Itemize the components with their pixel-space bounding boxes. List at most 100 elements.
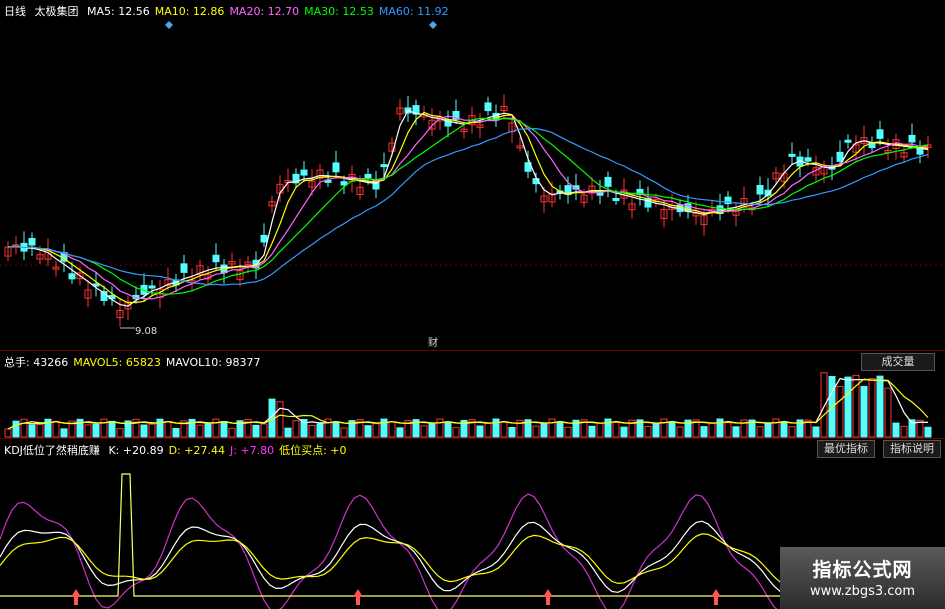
volume-bar bbox=[84, 424, 92, 438]
volume-bar bbox=[4, 428, 12, 438]
volume-bar bbox=[196, 424, 204, 438]
volume-bar bbox=[92, 423, 100, 438]
volume-bar bbox=[156, 418, 164, 438]
volume-bar bbox=[924, 426, 932, 438]
volume-bar bbox=[452, 427, 460, 438]
finance-marker[interactable]: 财 bbox=[428, 334, 438, 349]
candle-body bbox=[148, 285, 156, 289]
volume-header: 总手: 43266 MAVOL5: 65823 MAVOL10: 98377 bbox=[4, 354, 265, 370]
volume-bar bbox=[20, 418, 28, 438]
volume-bar bbox=[644, 425, 652, 438]
candle-body bbox=[756, 184, 764, 195]
volume-bar bbox=[108, 420, 116, 438]
kdj-title: KDJ低位了然稍底赚 bbox=[4, 444, 100, 457]
ma10-line bbox=[7, 111, 929, 304]
volume-bar bbox=[700, 426, 708, 438]
volume-bar bbox=[28, 424, 36, 438]
volume-bar bbox=[172, 427, 180, 438]
volume-bar bbox=[212, 418, 220, 438]
volume-bar bbox=[836, 386, 844, 438]
volume-bar bbox=[820, 372, 828, 438]
volume-bar bbox=[556, 421, 564, 438]
volume-bar bbox=[484, 422, 492, 438]
volume-indicator-button[interactable]: 成交量 bbox=[861, 353, 935, 371]
best-indicator-button[interactable]: 最优指标 bbox=[817, 440, 875, 458]
period-label: 日线 bbox=[4, 5, 26, 18]
buy-arrow-icon bbox=[353, 589, 363, 605]
stock-name: 太极集团 bbox=[34, 5, 79, 18]
volume-bar bbox=[660, 418, 668, 438]
price-header: 日线 太极集团 MA5: 12.56 MA10: 12.86 MA20: 12.70… bbox=[4, 3, 459, 19]
kdj-value-1: D: +27.44 bbox=[168, 444, 225, 457]
volume-bar bbox=[436, 418, 444, 438]
volume-bar bbox=[652, 422, 660, 438]
volume-bar bbox=[316, 423, 324, 438]
volume-bar bbox=[276, 401, 284, 438]
volume-bar bbox=[772, 418, 780, 438]
ma-value-1: MA10: 12.86 bbox=[154, 5, 225, 18]
volume-bar bbox=[604, 418, 612, 438]
volume-bar bbox=[396, 427, 404, 438]
volume-bar bbox=[724, 422, 732, 438]
volume-bar bbox=[36, 424, 44, 438]
volume-bar bbox=[12, 420, 20, 438]
candle-body bbox=[836, 151, 844, 162]
kdj-values: K: +20.89 D: +27.44 J: +7.80 低位买点: +0 bbox=[108, 444, 351, 457]
ma-value-2: MA20: 12.70 bbox=[229, 5, 300, 18]
candle-body bbox=[300, 169, 308, 176]
volume-bar bbox=[284, 427, 292, 438]
candle-body bbox=[180, 263, 188, 273]
candle-body bbox=[604, 176, 612, 187]
volume-bar bbox=[60, 428, 68, 438]
ma-value-0: MA5: 12.56 bbox=[87, 5, 150, 18]
volume-bar bbox=[340, 427, 348, 438]
candle-body bbox=[364, 173, 372, 179]
volume-bar bbox=[564, 426, 572, 438]
candle-body bbox=[484, 102, 492, 112]
volume-bar bbox=[892, 422, 900, 438]
volume-bar bbox=[100, 418, 108, 438]
candle-body bbox=[332, 162, 340, 173]
volume-bar bbox=[868, 378, 876, 438]
kdj-value-3: 低位买点: +0 bbox=[279, 444, 347, 457]
volume-pane[interactable]: 总手: 43266 MAVOL5: 65823 MAVOL10: 98377 成交量 bbox=[0, 351, 945, 439]
volume-bar bbox=[844, 376, 852, 438]
price-chart-pane[interactable]: 日线 太极集团 MA5: 12.56 MA10: 12.86 MA20: 12.70… bbox=[0, 0, 945, 351]
candle-body bbox=[260, 234, 268, 243]
indicator-help-button[interactable]: 指标说明 bbox=[883, 440, 941, 458]
buy-arrow-icon bbox=[71, 589, 81, 605]
volume-bar bbox=[540, 422, 548, 438]
ma-value-3: MA30: 12.53 bbox=[304, 5, 374, 18]
low-price-label: 9.08 bbox=[135, 326, 158, 337]
volume-bar bbox=[500, 421, 508, 438]
volume-bar bbox=[612, 421, 620, 438]
price-chart-canvas[interactable] bbox=[0, 0, 945, 350]
volume-bar bbox=[876, 375, 884, 438]
volume-bar bbox=[508, 426, 516, 438]
volume-bar bbox=[308, 425, 316, 438]
volume-bar bbox=[764, 422, 772, 438]
candle-body bbox=[68, 273, 76, 280]
site-watermark: 指标公式网 www.zbgs3.com bbox=[780, 547, 945, 609]
volume-bar bbox=[492, 418, 500, 438]
buy-arrow-icon bbox=[543, 589, 553, 605]
candle-body bbox=[380, 164, 388, 168]
ma-values: MA5: 12.56 MA10: 12.86 MA20: 12.70 MA30: 12… bbox=[87, 5, 454, 18]
kdj-value-2: J: +7.80 bbox=[229, 444, 275, 457]
volume-bar bbox=[44, 418, 52, 438]
volume-bar bbox=[52, 420, 60, 438]
volume-bar bbox=[380, 418, 388, 438]
volume-bar bbox=[252, 424, 260, 438]
vol-value-2: MAVOL10: 98377 bbox=[165, 356, 261, 369]
candle-body bbox=[340, 181, 348, 186]
volume-bar bbox=[364, 425, 372, 438]
ma5-line bbox=[7, 109, 929, 307]
volume-bar bbox=[788, 426, 796, 438]
volume-bar bbox=[532, 425, 540, 438]
candle-body bbox=[212, 254, 220, 263]
volume-bar bbox=[220, 421, 228, 438]
candle-body bbox=[844, 139, 852, 143]
ma30-line bbox=[7, 117, 929, 295]
event-marker-icon bbox=[165, 21, 173, 29]
mavol5-line bbox=[7, 377, 929, 430]
